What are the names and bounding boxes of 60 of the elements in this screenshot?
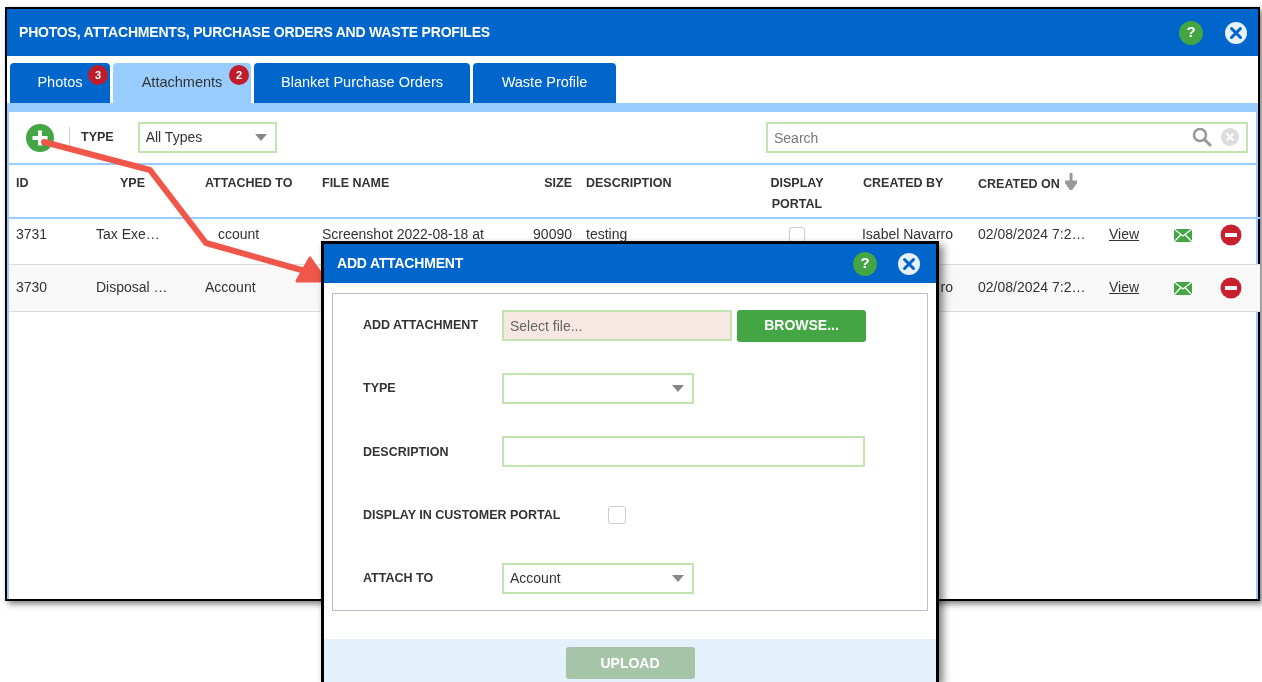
column-header: YPE (120, 175, 145, 192)
search-field[interactable]: Search (766, 122, 1248, 153)
table-cell: 3730 (16, 279, 48, 295)
column-header: DISPLAY PORTAL (769, 175, 825, 213)
field-label: TYPE (363, 380, 397, 398)
remove-icon[interactable] (1220, 224, 1242, 247)
table-cell: ccount (218, 226, 260, 242)
table-cell: testing (586, 226, 628, 242)
tab[interactable]: Photos 3 (10, 63, 110, 103)
caret-icon (672, 385, 684, 393)
mail-icon[interactable] (1174, 228, 1192, 242)
remove-icon[interactable] (1220, 276, 1242, 299)
search-icon[interactable] (1192, 127, 1212, 147)
dialog-title: ADD ATTACHMENT (337, 254, 464, 273)
column-header: ATTACHED TO (205, 175, 293, 192)
view-link[interactable]: View (1109, 279, 1140, 295)
tab[interactable]: Attachments 2 (113, 63, 251, 103)
text-field[interactable] (502, 436, 865, 468)
field-label: DISPLAY IN CUSTOMER PORTAL (363, 506, 562, 524)
column-header: SIZE (544, 175, 572, 192)
type-label: TYPE (81, 129, 114, 147)
file-field[interactable]: Select file... (502, 310, 732, 342)
table-cell: ro (940, 279, 953, 295)
dropdown-value: All Types (145, 128, 203, 147)
table-cell: 3731 (16, 226, 48, 242)
field-label: ADD ATTACHMENT (363, 317, 480, 335)
close-icon[interactable] (897, 251, 921, 276)
column-header: DESCRIPTION (586, 175, 672, 192)
table-cell: 02/08/2024 7:2… (978, 226, 1086, 242)
column-header: ID (16, 175, 29, 192)
close-icon[interactable] (1224, 20, 1248, 45)
help-button[interactable]: ? (853, 251, 877, 276)
count-badge: 3 (88, 65, 108, 85)
tab[interactable]: Blanket Purchase Orders (254, 63, 470, 103)
table-cell: Account (205, 279, 256, 295)
help-button[interactable]: ? (1179, 20, 1203, 45)
table-cell: 90090 (533, 226, 572, 242)
select-field[interactable]: Account (502, 562, 694, 594)
table-cell: 02/08/2024 7:2… (978, 279, 1086, 295)
select-field[interactable] (502, 373, 694, 405)
view-link[interactable]: View (1109, 226, 1140, 242)
count-badge: 2 (229, 65, 249, 85)
column-header[interactable]: CREATED ON (978, 174, 1060, 195)
table-cell: Tax Exe… (96, 226, 160, 242)
caret-icon (672, 574, 684, 582)
field-label: ATTACH TO (363, 569, 435, 587)
window-title: PHOTOS, ATTACHMENTS, PURCHASE ORDERS AND WASTE PROFILES (19, 23, 490, 42)
add-icon[interactable] (25, 122, 55, 153)
table-cell: Isabel Navarro (861, 226, 953, 242)
mail-icon[interactable] (1174, 281, 1192, 295)
checkbox[interactable] (608, 506, 626, 525)
caret-icon (254, 134, 267, 141)
column-header: FILE NAME (322, 175, 390, 192)
table-cell: Screenshot 2022-08-18 at (322, 226, 484, 242)
table-cell: Disposal … (96, 279, 168, 295)
column-header: CREATED BY (863, 175, 944, 192)
type-dropdown[interactable]: All Types (137, 122, 277, 153)
browse-button[interactable]: BROWSE... (737, 309, 866, 342)
field-label: DESCRIPTION (363, 443, 450, 461)
tab[interactable]: Waste Profile (473, 63, 616, 103)
